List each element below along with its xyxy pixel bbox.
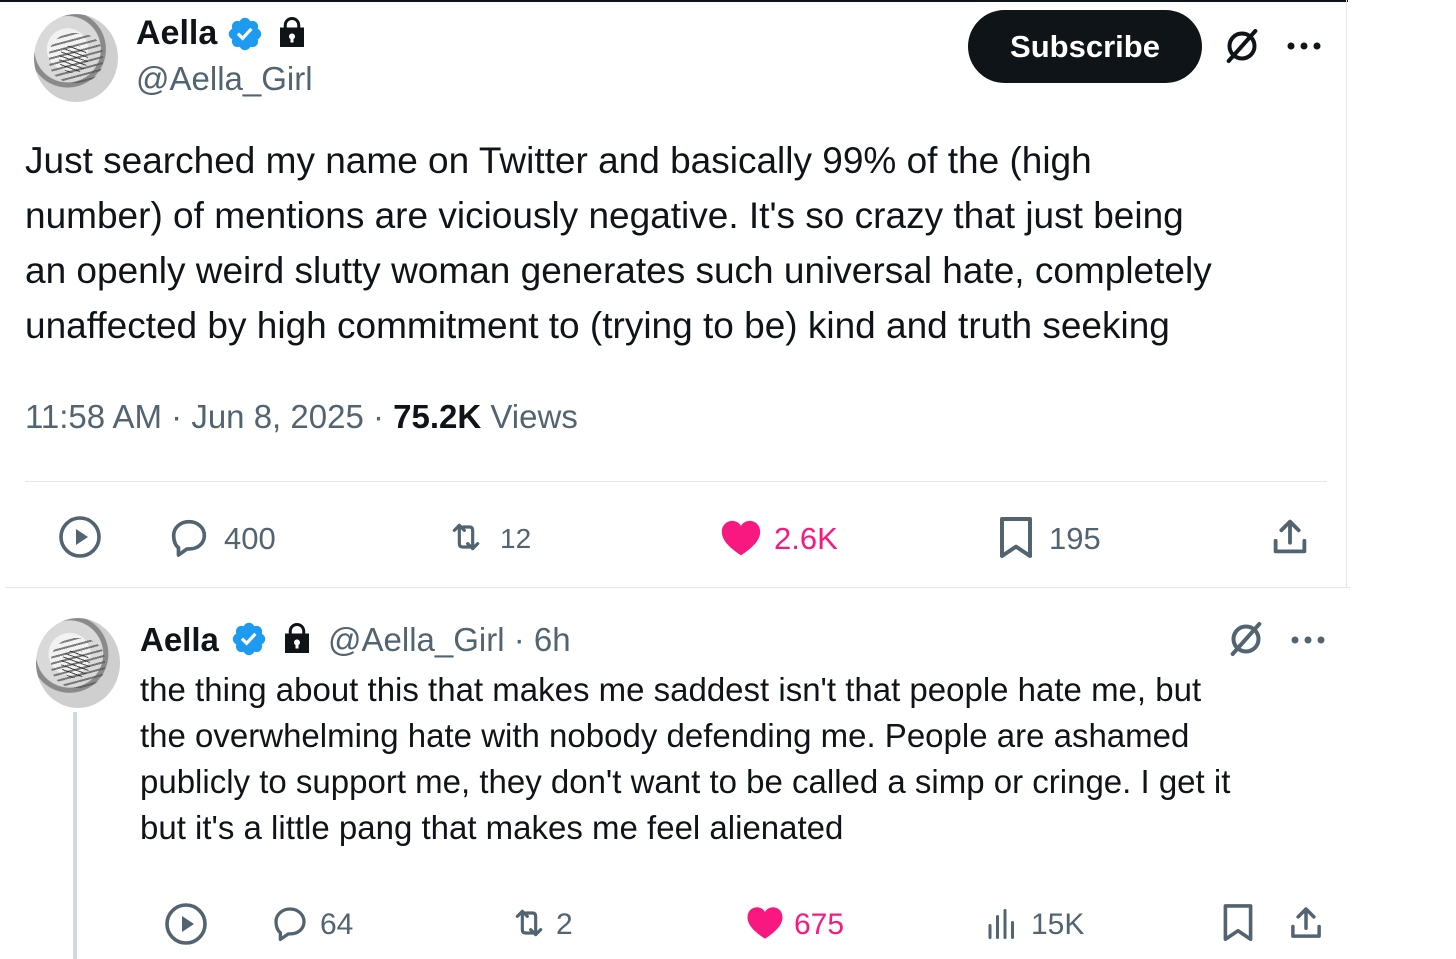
bookmark-icon[interactable] xyxy=(1218,900,1258,946)
bookmark-icon[interactable] xyxy=(994,514,1038,562)
tweet-screenshot: Aella @Aella_Girl Subscribe Just searche… xyxy=(0,0,1456,959)
lock-icon xyxy=(285,623,309,653)
top-border xyxy=(0,0,1348,2)
lock-icon xyxy=(280,17,304,47)
grok-icon[interactable] xyxy=(1220,24,1264,68)
post-text-line: the thing about this that makes me sadde… xyxy=(140,671,1202,708)
post-text-line: Just searched my name on Twitter and bas… xyxy=(25,140,1092,181)
repost-icon[interactable] xyxy=(440,516,492,558)
thread-line xyxy=(73,712,77,959)
divider xyxy=(5,587,1350,588)
verified-badge-icon[interactable] xyxy=(230,620,268,658)
verified-badge-icon[interactable] xyxy=(226,15,264,53)
subscribe-button[interactable]: Subscribe xyxy=(968,10,1202,83)
meta-separator: · xyxy=(372,398,394,435)
like-icon[interactable] xyxy=(716,514,766,560)
like-count[interactable]: 675 xyxy=(794,908,844,942)
post-text-line: the overwhelming hate with nobody defend… xyxy=(140,717,1190,754)
views-label: Views xyxy=(490,398,578,435)
views-count: 75.2K xyxy=(393,398,482,435)
bookmark-count[interactable]: 195 xyxy=(1049,521,1101,557)
views-icon[interactable] xyxy=(982,904,1022,944)
author-name[interactable]: Aella xyxy=(140,621,219,659)
share-icon[interactable] xyxy=(1266,512,1314,562)
reply-icon[interactable] xyxy=(267,901,313,945)
post-date[interactable]: Jun 8, 2025 xyxy=(191,398,363,435)
post-text-line: number) of mentions are viciously negati… xyxy=(25,195,1184,236)
post-text-line: but it's a little pang that makes me fee… xyxy=(140,809,844,846)
post-meta: 11:58 AM · Jun 8, 2025 · 75.2K Views xyxy=(25,398,578,436)
author-handle[interactable]: @Aella_Girl xyxy=(136,60,313,98)
right-border xyxy=(1346,0,1347,588)
play-icon[interactable] xyxy=(160,898,212,950)
reply-icon[interactable] xyxy=(164,514,214,560)
author-handle-time: @Aella_Girl · 6h xyxy=(328,621,571,659)
views-count[interactable]: 15K xyxy=(1031,908,1084,942)
post-text-line: an openly weird slutty woman generates s… xyxy=(25,250,1212,291)
like-icon[interactable] xyxy=(742,900,788,944)
post-text-line: unaffected by high commitment to (trying… xyxy=(25,305,1170,346)
post-time-ago[interactable]: 6h xyxy=(534,621,571,658)
reply-count[interactable]: 64 xyxy=(320,908,353,942)
reply-count[interactable]: 400 xyxy=(224,521,276,557)
author-name[interactable]: Aella xyxy=(136,14,217,53)
post-text-line: publicly to support me, they don't want … xyxy=(140,763,1231,800)
more-icon[interactable] xyxy=(1282,26,1326,66)
post-time[interactable]: 11:58 AM xyxy=(25,398,162,435)
more-icon[interactable] xyxy=(1286,620,1330,660)
author-handle[interactable]: @Aella_Girl xyxy=(328,621,505,658)
divider xyxy=(25,481,1327,482)
avatar[interactable] xyxy=(34,14,118,102)
repost-count[interactable]: 2 xyxy=(556,908,573,942)
repost-count[interactable]: 12 xyxy=(500,523,531,555)
repost-icon[interactable] xyxy=(504,902,554,944)
share-icon[interactable] xyxy=(1284,900,1328,946)
meta-separator: · xyxy=(171,398,192,435)
meta-separator: · xyxy=(513,621,534,658)
grok-icon[interactable] xyxy=(1224,617,1268,661)
play-icon[interactable] xyxy=(54,511,106,563)
avatar[interactable] xyxy=(36,618,120,708)
like-count[interactable]: 2.6K xyxy=(774,521,838,557)
